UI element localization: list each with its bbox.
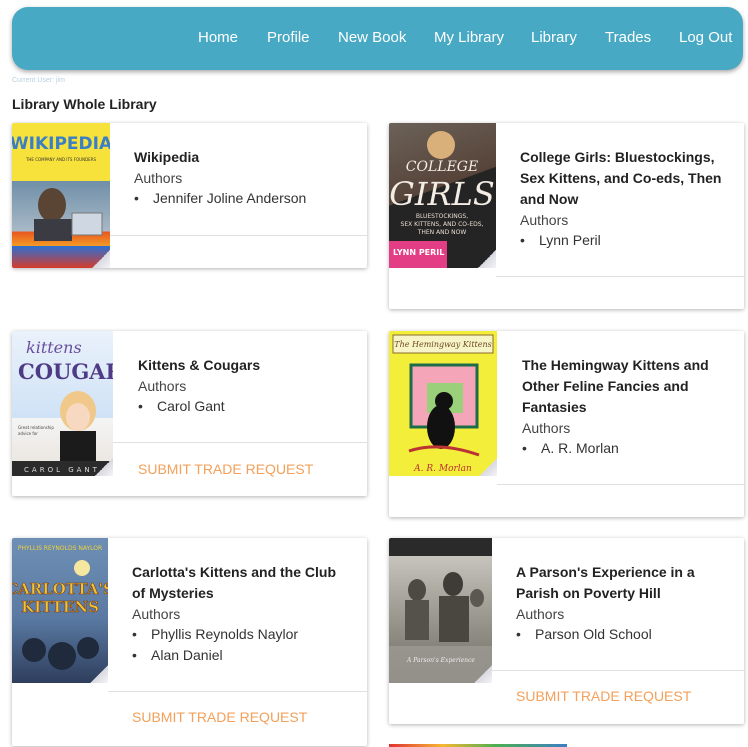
cover-art: COLLEGE GIRLS BLUESTOCKINGS, SEX KITTENS… <box>389 123 496 268</box>
page-title: Library Whole Library <box>12 96 157 112</box>
submit-trade-request-button[interactable]: SUBMIT TRADE REQUEST <box>516 688 691 704</box>
nav-my-library-link[interactable]: My Library <box>434 29 504 46</box>
author-item: Parson Old School <box>516 624 652 645</box>
book-card: COLLEGE GIRLS BLUESTOCKINGS, SEX KITTENS… <box>389 123 744 309</box>
book-cover-image[interactable]: COLLEGE GIRLS BLUESTOCKINGS, SEX KITTENS… <box>389 123 496 268</box>
book-cover-image[interactable]: WIKIPEDIA THE COMPANY AND ITS FOUNDERS <box>12 123 110 268</box>
book-title: Kittens & Cougars <box>138 357 261 373</box>
cover-author: A. R. Morlan <box>413 464 472 474</box>
book-title: The Hemingway Kittens and Other Feline F… <box>522 357 709 415</box>
author-item: Carol Gant <box>138 396 225 417</box>
nav-profile-link[interactable]: Profile <box>267 29 310 46</box>
card-divider <box>497 484 744 485</box>
svg-text:BLUESTOCKINGS,: BLUESTOCKINGS, <box>416 213 468 220</box>
author-item: Lynn Peril <box>520 230 601 251</box>
card-divider <box>110 235 367 236</box>
authors-label: Authors <box>522 420 571 436</box>
nav-library-link[interactable]: Library <box>531 29 577 46</box>
author-item: Alan Daniel <box>132 645 298 666</box>
cover-author: PHYLLIS REYNOLDS NAYLOR <box>18 545 102 552</box>
current-user-label: Current User: jim <box>12 77 65 84</box>
cover-author: CAROL GANT <box>24 466 100 474</box>
author-item: Phyllis Reynolds Naylor <box>132 624 298 645</box>
authors-label: Authors <box>516 606 565 622</box>
top-navbar: Home Profile New Book My Library Library… <box>12 7 743 70</box>
card-divider <box>113 442 367 443</box>
cover-art: A Parson's Experience <box>389 538 492 683</box>
page-curl-icon <box>479 458 497 476</box>
svg-text:GIRLS: GIRLS <box>389 175 494 213</box>
author-list: Carol Gant <box>138 396 225 417</box>
cover-title: The Hemingway Kittens <box>394 340 492 349</box>
cover-art: kittens COUGARS Great relationship advic… <box>12 338 113 476</box>
card-divider <box>496 276 744 277</box>
author-list: Phyllis Reynolds Naylor Alan Daniel <box>132 624 298 666</box>
author-list: Parson Old School <box>516 624 652 645</box>
book-card: WIKIPEDIA THE COMPANY AND ITS FOUNDERS W… <box>12 123 367 268</box>
card-divider <box>492 670 744 671</box>
svg-text:kittens: kittens <box>26 338 82 357</box>
book-title: Carlotta's Kittens and the Club of Myste… <box>132 564 337 601</box>
book-cover-image[interactable]: A Parson's Experience <box>389 538 492 683</box>
svg-text:KITTENS: KITTENS <box>21 598 99 616</box>
submit-trade-request-button[interactable]: SUBMIT TRADE REQUEST <box>132 709 307 725</box>
book-cover-image[interactable]: kittens COUGARS Great relationship advic… <box>12 331 113 476</box>
book-title: College Girls: Bluestockings, Sex Kitten… <box>520 149 722 207</box>
book-card: The Hemingway Kittens A. R. Morlan The H… <box>389 331 744 517</box>
authors-label: Authors <box>134 170 183 186</box>
page-curl-icon <box>474 665 492 683</box>
nav-logout-link[interactable]: Log Out <box>679 29 732 46</box>
author-list: A. R. Morlan <box>522 438 619 459</box>
nav-new-book-link[interactable]: New Book <box>338 29 406 46</box>
author-item: A. R. Morlan <box>522 438 619 459</box>
cover-title: A Parson's Experience <box>406 657 475 664</box>
page-curl-icon <box>95 458 113 476</box>
card-divider <box>108 691 367 692</box>
svg-text:THEN AND NOW: THEN AND NOW <box>417 229 467 236</box>
book-card: PHYLLIS REYNOLDS NAYLOR CARLOTTA'S KITTE… <box>12 538 367 746</box>
cover-author: LYNN PERIL <box>393 248 444 257</box>
book-cover-image[interactable]: PHYLLIS REYNOLDS NAYLOR CARLOTTA'S KITTE… <box>12 538 108 683</box>
book-card: kittens COUGARS Great relationship advic… <box>12 331 367 496</box>
author-list: Jennifer Joline Anderson <box>134 188 306 209</box>
book-card: A Parson's Experience A Parson's Experie… <box>389 538 744 724</box>
svg-text:advice for: advice for <box>18 431 38 436</box>
book-title: Wikipedia <box>134 149 200 165</box>
page-curl-icon <box>90 665 108 683</box>
svg-text:SEX KITTENS, AND CO-EDS,: SEX KITTENS, AND CO-EDS, <box>401 221 484 228</box>
authors-label: Authors <box>132 606 181 622</box>
cover-art: PHYLLIS REYNOLDS NAYLOR CARLOTTA'S KITTE… <box>12 545 108 670</box>
svg-text:COUGARS: COUGARS <box>18 359 113 384</box>
book-cover-image[interactable]: The Hemingway Kittens A. R. Morlan <box>389 331 497 476</box>
page-curl-icon <box>478 250 496 268</box>
author-list: Lynn Peril <box>520 230 601 251</box>
cover-art: The Hemingway Kittens A. R. Morlan <box>392 334 494 474</box>
author-item: Jennifer Joline Anderson <box>134 188 306 209</box>
book-title: A Parson's Experience in a Parish on Pov… <box>516 564 695 601</box>
svg-text:CARLOTTA'S: CARLOTTA'S <box>12 580 108 598</box>
svg-text:Great relationship: Great relationship <box>18 425 54 430</box>
cover-art: WIKIPEDIA THE COMPANY AND ITS FOUNDERS <box>12 134 110 241</box>
nav-trades-link[interactable]: Trades <box>605 29 651 46</box>
svg-text:COLLEGE: COLLEGE <box>406 159 478 175</box>
nav-home-link[interactable]: Home <box>198 29 238 46</box>
cover-title: WIKIPEDIA <box>12 134 110 154</box>
authors-label: Authors <box>138 378 187 394</box>
submit-trade-request-button[interactable]: SUBMIT TRADE REQUEST <box>138 461 313 477</box>
page-curl-icon <box>92 250 110 268</box>
cover-subtitle: THE COMPANY AND ITS FOUNDERS <box>25 157 97 162</box>
authors-label: Authors <box>520 212 569 228</box>
